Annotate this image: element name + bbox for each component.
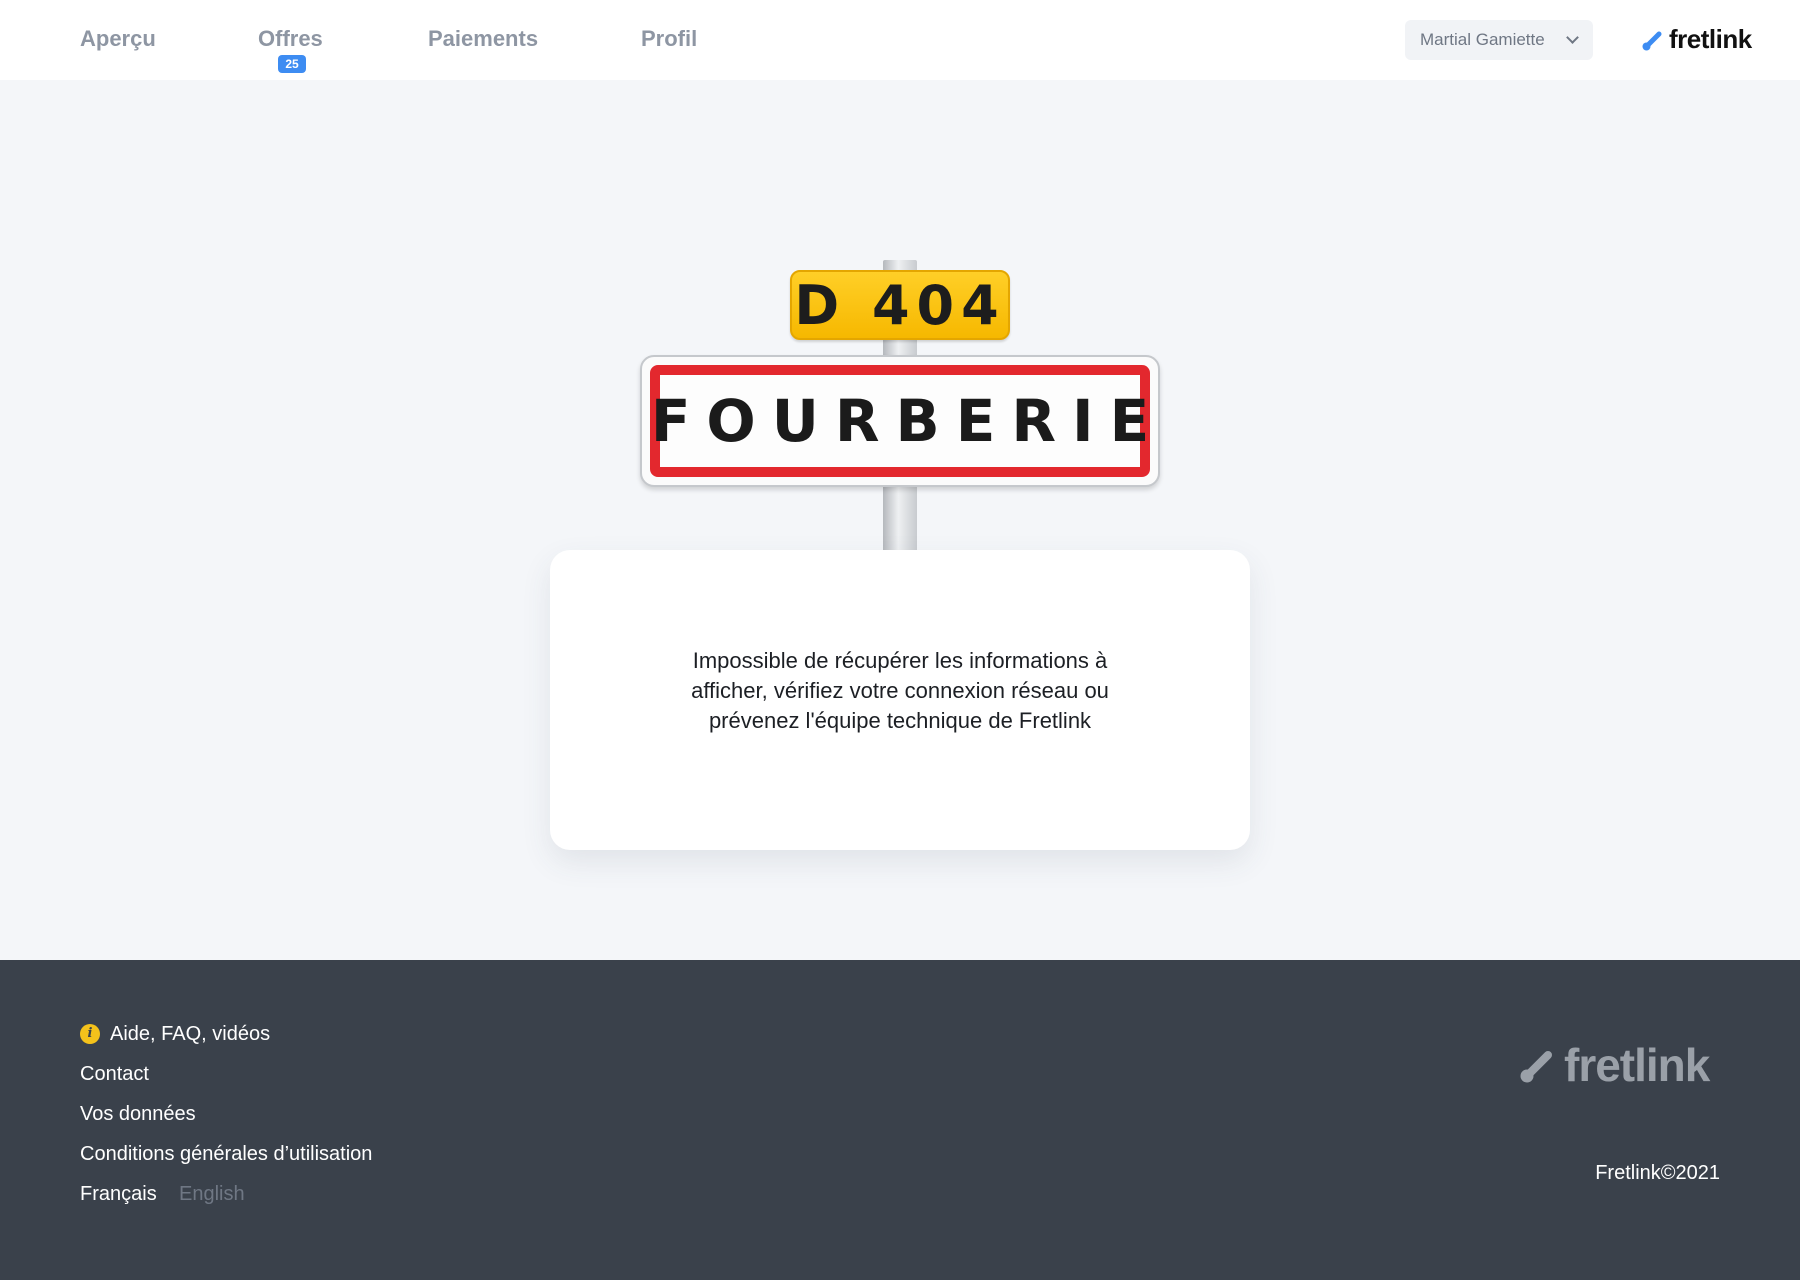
- error-message-line-1: Impossible de récupérer les informations…: [692, 648, 1108, 673]
- nav-apercu[interactable]: Aperçu: [80, 26, 156, 52]
- info-icon: i: [80, 1024, 100, 1044]
- fretlink-logo-icon: [1520, 1051, 1552, 1083]
- header-logo[interactable]: fretlink: [1641, 24, 1752, 55]
- user-menu-dropdown[interactable]: Martial Gamiette: [1405, 20, 1593, 60]
- contact-link[interactable]: Contact: [80, 1063, 149, 1086]
- user-name: Martial Gamiette: [1420, 30, 1545, 49]
- language-english[interactable]: English: [179, 1183, 245, 1206]
- language-french[interactable]: Français: [80, 1183, 157, 1206]
- route-number: D 404: [794, 273, 1006, 337]
- chevron-down-icon: [1566, 31, 1579, 44]
- route-sign: D 404: [790, 270, 1010, 340]
- error-message-line-3: prévenez l'équipe technique de Fretlink: [708, 708, 1092, 733]
- footer: i Aide, FAQ, vidéos Contact Vos données …: [0, 960, 1800, 1280]
- terms-link[interactable]: Conditions générales d’utilisation: [80, 1143, 372, 1166]
- top-navigation-bar: Aperçu Offres 25 Paiements Profil Martia…: [0, 0, 1800, 80]
- nav-offres[interactable]: Offres: [258, 26, 323, 52]
- data-privacy-link[interactable]: Vos données: [80, 1103, 196, 1126]
- nav-paiements[interactable]: Paiements: [428, 26, 538, 52]
- fretlink-logo-icon: [1642, 31, 1662, 50]
- town-sign: FOURBERIE: [640, 355, 1160, 487]
- town-name: FOURBERIE: [650, 387, 1166, 455]
- town-sign-border: FOURBERIE: [650, 365, 1150, 477]
- error-illustration: D 404 FOURBERIE Impossible de récupérer …: [0, 80, 1800, 960]
- logo-wordmark: fretlink: [1669, 24, 1752, 54]
- help-link[interactable]: Aide, FAQ, vidéos: [110, 1023, 270, 1046]
- offres-count-badge: 25: [278, 55, 306, 73]
- error-message-line-2: afficher, vérifiez votre connexion résea…: [691, 678, 1109, 703]
- footer-logo: fretlink: [1518, 1038, 1710, 1092]
- error-card: Impossible de récupérer les informations…: [550, 550, 1250, 850]
- error-message: Impossible de récupérer les informations…: [670, 646, 1130, 736]
- copyright: Fretlink©2021: [1595, 1162, 1720, 1184]
- footer-logo-wordmark: fretlink: [1564, 1039, 1710, 1091]
- nav-profil[interactable]: Profil: [641, 26, 697, 52]
